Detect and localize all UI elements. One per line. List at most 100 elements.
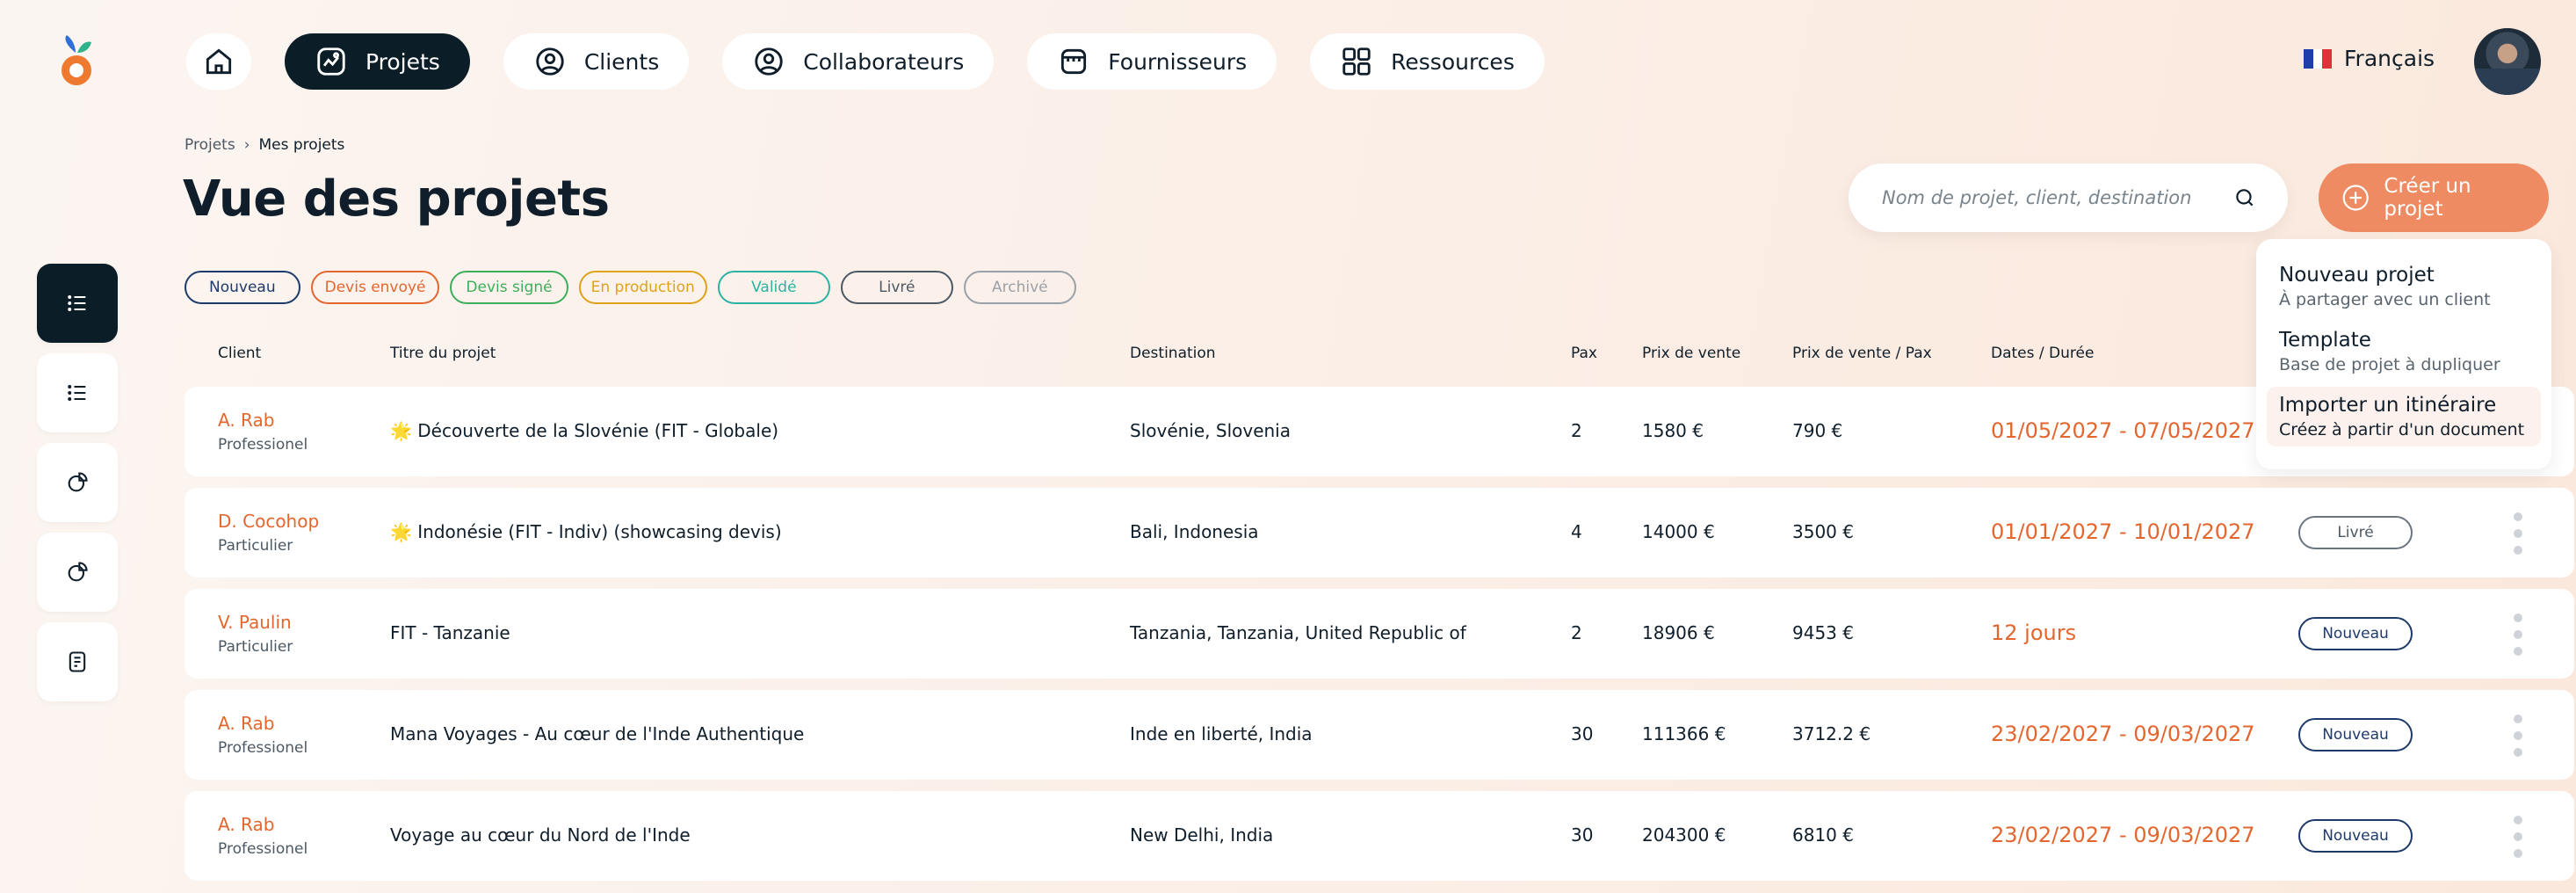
nav-collaborateurs[interactable]: Collaborateurs <box>722 33 995 90</box>
sidebar-list-button[interactable] <box>37 353 118 432</box>
row-menu-icon[interactable] <box>2514 512 2522 555</box>
language-label: Français <box>2344 46 2435 71</box>
top-nav: Projets Clients Collaborateurs Fournisse… <box>186 33 1545 90</box>
nav-projets[interactable]: Projets <box>285 33 470 90</box>
nav-clients[interactable]: Clients <box>503 33 690 90</box>
destination: Slovénie, Slovenia <box>1130 420 1291 441</box>
menu-item-nouveau-projet[interactable]: Nouveau projet À partager avec un client <box>2267 257 2541 316</box>
project-title[interactable]: Mana Voyages - Au cœur de l'Inde Authent… <box>390 723 804 744</box>
pax: 2 <box>1571 622 1582 643</box>
nav-label: Projets <box>365 48 440 75</box>
sidebar-chart-button[interactable] <box>37 443 118 522</box>
project-title[interactable]: 🌟 Indonésie (FIT - Indiv) (showcasing de… <box>390 521 782 542</box>
destination: Inde en liberté, India <box>1130 723 1313 744</box>
fr-flag-icon <box>2304 48 2333 69</box>
header-destination[interactable]: Destination <box>1130 345 1216 362</box>
breadcrumb-root[interactable]: Projets <box>185 136 235 154</box>
search-input[interactable] <box>1880 186 2233 209</box>
table-row[interactable]: A. Rab Professionel Voyage au cœur du Nor… <box>185 791 2574 881</box>
header-pax[interactable]: Pax <box>1571 345 1597 362</box>
grid-icon <box>1342 47 1371 76</box>
table-row[interactable]: D. Cocohop Particulier 🌟 Indonésie (FIT -… <box>185 488 2574 577</box>
dates: 23/02/2027 - 09/03/2027 <box>1991 722 2255 746</box>
sidebar-chart-button-2[interactable] <box>37 533 118 612</box>
menu-item-title: Template <box>2279 329 2371 352</box>
table-row[interactable]: A. Rab Professionel 🌟 Découverte de la Sl… <box>185 387 2574 476</box>
client-name[interactable]: D. Cocohop <box>218 511 319 532</box>
page-title: Vue des projets <box>183 171 610 228</box>
user-circle-icon <box>755 47 783 76</box>
destination: New Delhi, India <box>1130 824 1274 846</box>
breadcrumb-separator: › <box>243 136 250 154</box>
header-client[interactable]: Client <box>218 345 261 362</box>
sidebar <box>37 264 118 701</box>
header-price-pax[interactable]: Prix de vente / Pax <box>1792 345 1932 362</box>
header-title[interactable]: Titre du projet <box>390 345 496 362</box>
list-icon <box>68 385 86 401</box>
client-name[interactable]: A. Rab <box>218 410 308 431</box>
breadcrumb-current: Mes projets <box>258 136 345 154</box>
nav-home-button[interactable] <box>186 33 251 90</box>
status-badge[interactable]: Nouveau <box>2298 819 2413 853</box>
price-per-pax: 6810 € <box>1792 824 1854 846</box>
menu-item-importer-itineraire[interactable]: Importer un itinéraire Créez à partir d'… <box>2267 387 2541 446</box>
list-icon <box>68 295 86 311</box>
user-avatar[interactable] <box>2474 28 2541 95</box>
store-icon <box>1061 48 1087 75</box>
price: 18906 € <box>1642 622 1715 643</box>
app-logo[interactable] <box>54 33 98 90</box>
menu-item-title: Importer un itinéraire <box>2279 394 2497 417</box>
client-name[interactable]: A. Rab <box>218 713 308 734</box>
filter-archive[interactable]: Archivé <box>963 271 1076 304</box>
language-selector[interactable]: Français <box>2304 46 2435 71</box>
project-title[interactable]: Voyage au cœur du Nord de l'Inde <box>390 824 691 846</box>
status-badge[interactable]: Nouveau <box>2298 617 2413 650</box>
header-dates[interactable]: Dates / Durée <box>1991 345 2094 362</box>
filter-devis-signe[interactable]: Devis signé <box>450 271 568 304</box>
create-project-button[interactable]: Créer un projet <box>2319 163 2549 232</box>
breadcrumb: Projets › Mes projets <box>185 136 344 154</box>
nav-ressources[interactable]: Ressources <box>1310 33 1545 90</box>
sidebar-list-view-button[interactable] <box>37 264 118 343</box>
projects-icon <box>317 47 345 76</box>
header-price[interactable]: Prix de vente <box>1642 345 1740 362</box>
nav-label: Collaborateurs <box>803 48 965 75</box>
project-title[interactable]: 🌟 Découverte de la Slovénie (FIT - Globa… <box>390 420 778 441</box>
filter-devis-envoye[interactable]: Devis envoyé <box>310 271 440 304</box>
price-per-pax: 9453 € <box>1792 622 1854 643</box>
menu-item-template[interactable]: Template Base de projet à dupliquer <box>2267 322 2541 381</box>
pie-chart-icon <box>68 562 88 582</box>
create-project-dropdown: Nouveau projet À partager avec un client… <box>2256 239 2551 469</box>
project-title[interactable]: FIT - Tanzanie <box>390 622 510 643</box>
status-badge[interactable]: Nouveau <box>2298 718 2413 751</box>
dates: 01/01/2027 - 10/01/2027 <box>1991 519 2255 544</box>
filter-nouveau[interactable]: Nouveau <box>185 271 300 304</box>
row-menu-icon[interactable] <box>2514 613 2522 656</box>
client-type: Particulier <box>218 537 293 555</box>
filter-livre[interactable]: Livré <box>840 271 953 304</box>
status-badge[interactable]: Livré <box>2298 516 2413 549</box>
row-menu-icon[interactable] <box>2514 816 2522 858</box>
pax: 2 <box>1571 420 1582 441</box>
home-icon <box>206 48 232 75</box>
filter-en-production[interactable]: En production <box>578 271 707 304</box>
user-circle-icon <box>536 47 564 76</box>
client-type: Professionel <box>218 739 308 757</box>
pie-chart-icon <box>68 472 88 492</box>
filter-valide[interactable]: Validé <box>717 271 830 304</box>
nav-fournisseurs[interactable]: Fournisseurs <box>1027 33 1277 90</box>
sidebar-document-button[interactable] <box>37 622 118 701</box>
client-name[interactable]: A. Rab <box>218 814 308 835</box>
document-icon <box>69 651 86 672</box>
dates: 23/02/2027 - 09/03/2027 <box>1991 823 2255 847</box>
pax: 4 <box>1571 521 1582 542</box>
dates: 12 jours <box>1991 621 2077 645</box>
table-row[interactable]: A. Rab Professionel Mana Voyages - Au cœu… <box>185 690 2574 780</box>
client-type: Professionel <box>218 840 308 858</box>
search-icon[interactable] <box>2233 186 2256 209</box>
menu-item-subtitle: Base de projet à dupliquer <box>2279 355 2500 374</box>
client-name[interactable]: V. Paulin <box>218 612 293 633</box>
price-per-pax: 3712.2 € <box>1792 723 1871 744</box>
row-menu-icon[interactable] <box>2514 715 2522 757</box>
table-row[interactable]: V. Paulin Particulier FIT - Tanzanie Tanz… <box>185 589 2574 679</box>
